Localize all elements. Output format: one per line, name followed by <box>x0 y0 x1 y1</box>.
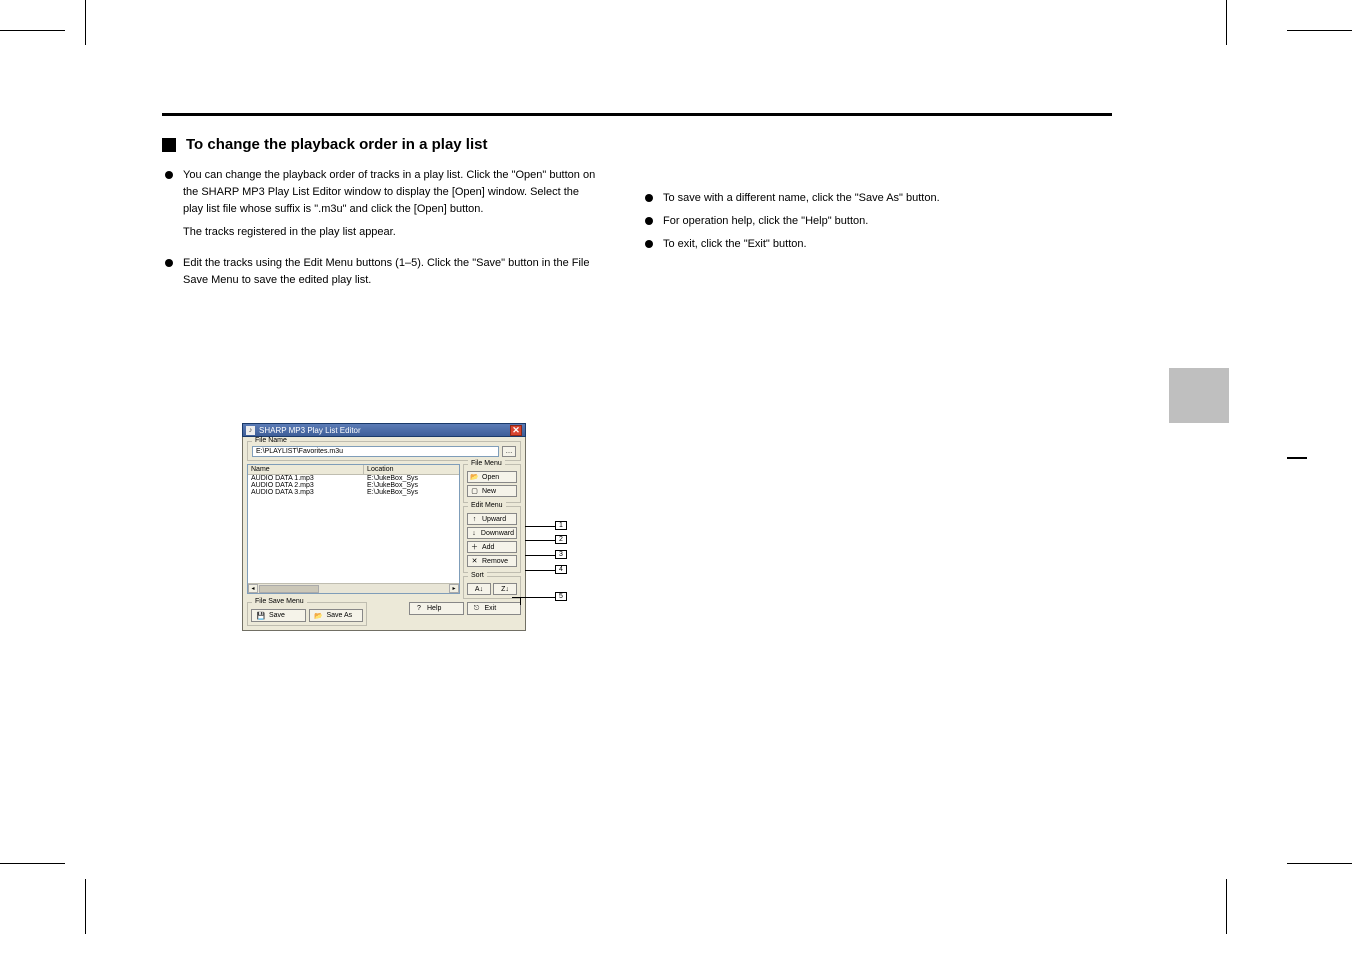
list-item: To exit, click the "Exit" button. <box>645 236 1082 253</box>
sidebar: File Menu 📂Open ▢New Edit Menu ↑Upward ↓… <box>463 464 521 599</box>
scroll-thumb[interactable] <box>259 585 319 593</box>
browse-button[interactable]: … <box>502 446 516 457</box>
callout-5: 5 <box>555 592 567 601</box>
scroll-right-icon[interactable]: ▸ <box>449 584 459 593</box>
callout-4: 4 <box>555 565 567 574</box>
list-item: You can change the playback order of tra… <box>165 167 602 218</box>
group-label: File Menu <box>468 460 505 467</box>
square-bullet-icon <box>162 138 176 152</box>
crop-mark <box>1226 879 1227 934</box>
sort-asc-icon: A↓ <box>475 586 483 593</box>
new-file-icon: ▢ <box>470 487 479 495</box>
window-body: File Name E:\PLAYLIST\Favorites.m3u … Na… <box>242 437 526 631</box>
left-column: To change the playback order in a play l… <box>162 136 602 295</box>
body-text: Edit the tracks using the Edit Menu butt… <box>183 255 602 289</box>
top-rule <box>162 113 1112 116</box>
col-header-location[interactable]: Location <box>364 465 459 474</box>
exit-button[interactable]: ⎋Exit <box>467 602 522 615</box>
filename-input[interactable]: E:\PLAYLIST\Favorites.m3u <box>252 446 499 457</box>
crop-mark <box>85 879 86 934</box>
list-item: For operation help, click the "Help" but… <box>645 213 1082 230</box>
upward-button[interactable]: ↑Upward <box>467 513 517 525</box>
open-button[interactable]: 📂Open <box>467 471 517 483</box>
track-row[interactable]: AUDIO DATA 1.mp3E:\JukeBox_Sys <box>248 475 459 482</box>
track-list[interactable]: Name Location AUDIO DATA 1.mp3E:\JukeBox… <box>247 464 460 594</box>
edit-menu-group: Edit Menu ↑Upward ↓Downward ＋Add ✕Remove <box>463 506 521 573</box>
side-tab <box>1169 368 1229 423</box>
arrow-up-icon: ↑ <box>470 516 479 523</box>
sort-desc-icon: Z↓ <box>501 586 509 593</box>
screenshot: ♪ SHARP MP3 Play List Editor ✕ File Name… <box>242 423 526 631</box>
bleed-mark <box>1287 457 1307 459</box>
sort-asc-button[interactable]: A↓ <box>467 583 491 595</box>
crop-mark <box>85 0 86 45</box>
scroll-left-icon[interactable]: ◂ <box>248 584 258 593</box>
sort-desc-button[interactable]: Z↓ <box>493 583 517 595</box>
bullet-icon <box>165 259 173 267</box>
exit-icon: ⎋ <box>472 605 482 613</box>
add-icon: ＋ <box>470 542 479 552</box>
remove-button[interactable]: ✕Remove <box>467 555 517 567</box>
save-as-button[interactable]: 📂Save As <box>309 609 364 622</box>
open-folder-icon: 📂 <box>470 473 479 481</box>
title-bar: ♪ SHARP MP3 Play List Editor ✕ <box>242 423 526 437</box>
horizontal-scrollbar[interactable]: ◂ ▸ <box>248 583 459 593</box>
group-label: File Save Menu <box>252 598 307 605</box>
section-heading: To change the playback order in a play l… <box>162 136 602 153</box>
track-row[interactable]: AUDIO DATA 3.mp3E:\JukeBox_Sys <box>248 489 459 496</box>
body-text: The tracks registered in the play list a… <box>183 224 602 241</box>
page-content: To change the playback order in a play l… <box>162 113 1112 853</box>
callout-3: 3 <box>555 550 567 559</box>
app-icon: ♪ <box>246 426 255 435</box>
crop-mark <box>1226 0 1227 45</box>
crop-mark <box>1287 863 1352 864</box>
body-text: You can change the playback order of tra… <box>183 167 602 218</box>
list-item: To save with a different name, click the… <box>645 190 1082 207</box>
group-label: File Name <box>252 437 290 444</box>
group-label: Sort <box>468 572 487 579</box>
bullet-icon <box>165 171 173 179</box>
help-icon: ? <box>414 605 424 612</box>
save-as-icon: 📂 <box>314 612 324 620</box>
arrow-down-icon: ↓ <box>470 530 478 537</box>
downward-button[interactable]: ↓Downward <box>467 527 517 539</box>
window-title: SHARP MP3 Play List Editor <box>259 426 361 435</box>
bullet-icon <box>645 217 653 225</box>
help-button[interactable]: ?Help <box>409 602 464 615</box>
file-menu-group: File Menu 📂Open ▢New <box>463 464 521 503</box>
add-button[interactable]: ＋Add <box>467 541 517 553</box>
callout-1: 1 <box>555 521 567 530</box>
group-label: Edit Menu <box>468 502 506 509</box>
crop-mark <box>1287 30 1352 31</box>
filename-group: File Name E:\PLAYLIST\Favorites.m3u … <box>247 441 521 461</box>
remove-icon: ✕ <box>470 557 479 565</box>
callout-2: 2 <box>555 535 567 544</box>
new-button[interactable]: ▢New <box>467 485 517 497</box>
body-text: To save with a different name, click the… <box>663 190 940 207</box>
section-title: To change the playback order in a play l… <box>186 136 487 153</box>
body-text: For operation help, click the "Help" but… <box>663 213 868 230</box>
body-text: To exit, click the "Exit" button. <box>663 236 807 253</box>
col-header-name[interactable]: Name <box>248 465 364 474</box>
close-icon[interactable]: ✕ <box>510 425 522 436</box>
save-icon: 💾 <box>256 612 266 620</box>
file-save-group: File Save Menu 💾Save 📂Save As <box>247 602 367 626</box>
save-button[interactable]: 💾Save <box>251 609 306 622</box>
track-row[interactable]: AUDIO DATA 2.mp3E:\JukeBox_Sys <box>248 482 459 489</box>
list-header: Name Location <box>248 465 459 475</box>
sort-group: Sort A↓ Z↓ <box>463 576 521 599</box>
list-item: Edit the tracks using the Edit Menu butt… <box>165 255 602 289</box>
crop-mark <box>0 30 65 31</box>
crop-mark <box>0 863 65 864</box>
right-column: To save with a different name, click the… <box>642 136 1082 295</box>
bullet-icon <box>645 194 653 202</box>
bullet-icon <box>645 240 653 248</box>
